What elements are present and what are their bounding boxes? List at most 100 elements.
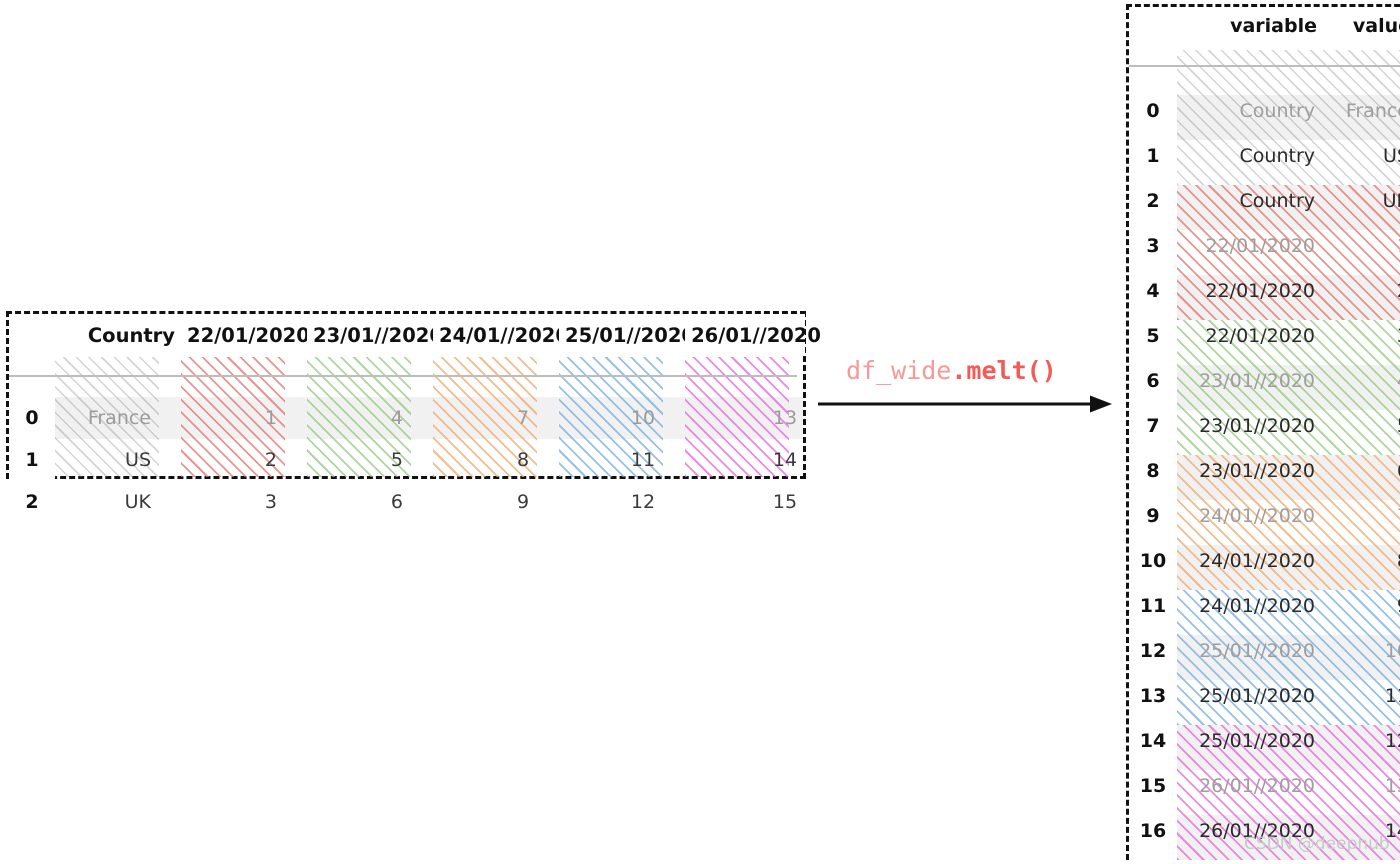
long-row-index: 17 bbox=[1129, 853, 1177, 864]
table-row: 2 Country UK bbox=[1129, 178, 1400, 223]
wide-header-rule-row bbox=[9, 355, 805, 397]
wide-row-index: 2 bbox=[9, 481, 55, 523]
long-cell-value: UK bbox=[1382, 189, 1400, 212]
long-col-header-variable: variable bbox=[1177, 7, 1321, 43]
long-cell-value: 2 bbox=[1321, 268, 1400, 313]
wide-row-index: 1 bbox=[9, 439, 55, 481]
long-header-divider bbox=[1129, 43, 1400, 88]
long-table-body: 0 Country France 1 Country US 2 Country … bbox=[1129, 88, 1400, 864]
long-row-index: 6 bbox=[1129, 358, 1177, 403]
long-row-index: 12 bbox=[1129, 628, 1177, 673]
long-cell-value: 10 bbox=[1384, 639, 1400, 662]
wide-cell-23-01-2020: 6 bbox=[390, 491, 404, 513]
table-row: 1 US 2 5 8 11 14 bbox=[9, 439, 805, 481]
melt-transform-arrow-group: df_wide.melt() bbox=[818, 356, 1118, 416]
long-cell-variable: 26/01//2020 bbox=[1199, 774, 1315, 797]
wide-table-head: Country 22/01/2020 23/01//2020 24/01//20… bbox=[9, 314, 821, 397]
long-row-index: 4 bbox=[1129, 268, 1177, 313]
arrow-right-icon bbox=[818, 395, 1112, 413]
long-cell-variable: 25/01//2020 bbox=[1199, 639, 1315, 662]
long-cell-variable: 23/01//2020 bbox=[1199, 414, 1315, 437]
long-cell-variable: Country bbox=[1239, 189, 1315, 212]
wide-col-header-24-01-2020: 24/01//2020 bbox=[433, 314, 569, 355]
wide-cell-24-01-2020: 9 bbox=[516, 491, 530, 513]
diagram-canvas: Country 22/01/2020 23/01//2020 24/01//20… bbox=[0, 0, 1400, 864]
long-header-rule-row bbox=[1129, 43, 1400, 88]
long-cell-value: US bbox=[1383, 144, 1400, 167]
long-row-index: 3 bbox=[1129, 223, 1177, 268]
table-row: 17 26/01//2020 15 bbox=[1129, 853, 1400, 864]
long-cell-value: 6 bbox=[1321, 448, 1400, 493]
long-row-index: 0 bbox=[1129, 88, 1177, 133]
table-row: 12 25/01//2020 10 bbox=[1129, 628, 1400, 673]
long-cell-variable: 26/01//2020 bbox=[1177, 853, 1321, 864]
long-cell-variable: 22/01/2020 bbox=[1205, 279, 1315, 302]
long-index-header bbox=[1129, 7, 1177, 43]
wide-col-header-26-01-2020: 26/01//2020 bbox=[685, 314, 821, 355]
wide-cell-25-01-2020: 11 bbox=[630, 449, 656, 471]
wide-cell-25-01-2020: 12 bbox=[630, 491, 656, 513]
long-dataframe: variable value 0 Country France 1 Cou bbox=[1126, 4, 1400, 864]
wide-cell-24-01-2020: 8 bbox=[516, 449, 530, 471]
long-cell-variable: 22/01/2020 bbox=[1205, 234, 1315, 257]
long-row-index: 5 bbox=[1129, 313, 1177, 358]
wide-cell-22-01-2020: 3 bbox=[264, 491, 277, 513]
table-row: 11 24/01//2020 9 bbox=[1129, 583, 1400, 628]
table-row: 14 25/01//2020 12 bbox=[1129, 718, 1400, 763]
wide-index-header bbox=[9, 314, 55, 355]
long-header-row: variable value bbox=[1129, 7, 1400, 43]
wide-row-index: 0 bbox=[9, 397, 55, 439]
long-cell-value: 7 bbox=[1321, 493, 1400, 538]
table-row: 7 23/01//2020 5 bbox=[1129, 403, 1400, 448]
wide-col-header-country: Country bbox=[55, 314, 181, 355]
table-row: 13 25/01//2020 11 bbox=[1129, 673, 1400, 718]
table-row: 2 UK 3 6 9 12 15 bbox=[9, 481, 805, 523]
long-cell-variable: Country bbox=[1239, 144, 1315, 167]
long-col-header-value: value bbox=[1321, 7, 1400, 43]
wide-col-header-23-01-2020: 23/01//2020 bbox=[307, 314, 443, 355]
table-row: 0 Country France bbox=[1129, 88, 1400, 133]
long-row-index: 11 bbox=[1129, 583, 1177, 628]
long-row-index: 9 bbox=[1129, 493, 1177, 538]
long-row-index: 7 bbox=[1129, 403, 1177, 448]
long-row-index: 15 bbox=[1129, 763, 1177, 808]
long-cell-variable: Country bbox=[1239, 99, 1315, 122]
long-row-index: 14 bbox=[1129, 718, 1177, 763]
long-cell-variable: 24/01//2020 bbox=[1199, 594, 1315, 617]
table-row: 0 France 1 4 7 10 13 bbox=[9, 397, 805, 439]
watermark: CSDN @deephub bbox=[1244, 834, 1390, 854]
table-row: 8 23/01//2020 6 bbox=[1129, 448, 1400, 493]
table-row: 5 22/01/2020 3 bbox=[1129, 313, 1400, 358]
long-cell-value: 4 bbox=[1321, 358, 1400, 403]
long-cell-value: 1 bbox=[1321, 223, 1400, 268]
long-cell-variable: 24/01//2020 bbox=[1199, 549, 1315, 572]
wide-header-row: Country 22/01/2020 23/01//2020 24/01//20… bbox=[9, 314, 821, 355]
wide-cell-23-01-2020: 5 bbox=[390, 449, 404, 471]
table-row: 10 24/01//2020 8 bbox=[1129, 538, 1400, 583]
long-cell-value: 8 bbox=[1321, 538, 1400, 583]
long-row-index: 10 bbox=[1129, 538, 1177, 583]
long-cell-value: 12 bbox=[1384, 729, 1400, 752]
long-cell-variable: 23/01//2020 bbox=[1199, 369, 1315, 392]
wide-cell-22-01-2020: 1 bbox=[264, 407, 277, 429]
table-row: 3 22/01/2020 1 bbox=[1129, 223, 1400, 268]
wide-col-header-22-01-2020: 22/01/2020 bbox=[181, 314, 310, 355]
long-cell-value: France bbox=[1345, 99, 1400, 122]
wide-dataframe: Country 22/01/2020 23/01//2020 24/01//20… bbox=[6, 311, 821, 523]
melt-caption-method: .melt() bbox=[951, 356, 1057, 385]
long-cell-variable: 24/01//2020 bbox=[1199, 504, 1315, 527]
table-row: 15 26/01//2020 13 bbox=[1129, 763, 1400, 808]
wide-table-body: 0 France 1 4 7 10 13 1 US 2 5 8 11 14 2 … bbox=[9, 397, 805, 523]
long-table: variable value 0 Country France 1 Cou bbox=[1129, 7, 1400, 864]
wide-cell-country: France bbox=[87, 407, 151, 429]
long-row-index: 13 bbox=[1129, 673, 1177, 718]
melt-caption: df_wide.melt() bbox=[846, 356, 1057, 385]
long-row-index: 2 bbox=[1129, 178, 1177, 223]
wide-cell-26-01-2020: 14 bbox=[772, 449, 798, 471]
wide-header-divider bbox=[9, 355, 805, 397]
table-row: 9 24/01//2020 7 bbox=[1129, 493, 1400, 538]
wide-cell-country: US bbox=[125, 449, 151, 471]
long-row-index: 8 bbox=[1129, 448, 1177, 493]
long-cell-value: 15 bbox=[1321, 853, 1400, 864]
table-row: 6 23/01//2020 4 bbox=[1129, 358, 1400, 403]
